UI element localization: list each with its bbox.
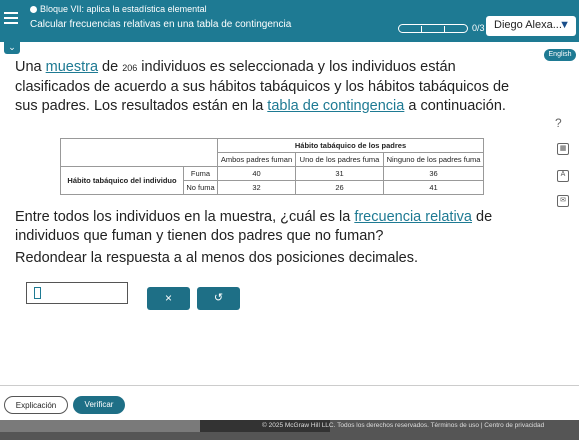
score-text: 0/3 [472, 23, 485, 33]
table-cell: 41 [383, 180, 484, 195]
table-cell: 32 [217, 180, 296, 195]
chevron-down-icon: ▼ [559, 19, 570, 31]
divider [0, 385, 579, 386]
row-label: No fuma [183, 180, 218, 195]
table-cell: 31 [295, 166, 384, 181]
check-button[interactable]: Verificar [73, 396, 125, 414]
footer-bar: © 2025 McGraw Hill LLC. Todos los derech… [0, 420, 579, 440]
row-group-header: Hábito tabáquico del individuo [60, 166, 184, 195]
status-dot-icon [30, 6, 37, 13]
help-icon[interactable]: ? [555, 116, 562, 130]
frecuencia-link[interactable]: frecuencia relativa [354, 209, 472, 225]
rounding-instruction: Redondear la respuesta a al menos dos po… [15, 250, 419, 266]
text-icon[interactable]: A [557, 170, 569, 182]
sample-size: 206 [122, 63, 138, 73]
calculator-icon[interactable]: ▦ [557, 143, 569, 155]
col-header: Uno de los padres fuma [295, 152, 384, 167]
progress-bar [398, 24, 468, 33]
col-header: Ambos padres fuman [217, 152, 296, 167]
answer-input[interactable] [26, 282, 128, 304]
cursor-box [34, 287, 41, 299]
user-name: Diego Alexa... [494, 19, 562, 31]
col-group-header: Hábito tabáquico de los padres [217, 138, 484, 153]
clear-button[interactable]: × [147, 287, 190, 310]
top-bar: Bloque VII: aplica la estadística elemen… [0, 0, 579, 42]
menu-icon[interactable] [4, 12, 18, 24]
explanation-button[interactable]: Explicación [4, 396, 68, 414]
language-button[interactable]: English [544, 49, 576, 61]
footer-text: © 2025 McGraw Hill LLC. Todos los derech… [262, 422, 545, 429]
user-menu-button[interactable]: Diego Alexa... ▼ [486, 16, 576, 36]
col-header: Ninguno de los padres fuma [383, 152, 484, 167]
tabla-link[interactable]: tabla de contingencia [267, 98, 404, 114]
topic-title: Calcular frecuencias relativas en una ta… [30, 19, 292, 30]
row-label: Fuma [183, 166, 218, 181]
table-cell: 36 [383, 166, 484, 181]
prompt-text: Entre todos los individuos en la muestra… [15, 209, 493, 244]
undo-button[interactable]: ↺ [197, 287, 240, 310]
section-title: Bloque VII: aplica la estadística elemen… [40, 4, 207, 14]
mail-icon[interactable]: ✉ [557, 195, 569, 207]
contingency-table: Hábito tabáquico de los padres Ambos pad… [60, 138, 484, 195]
question-text: Una muestra de 206 individuos es selecci… [15, 59, 510, 114]
collapse-header-button[interactable]: ⌄ [4, 42, 20, 54]
table-cell: 26 [295, 180, 384, 195]
muestra-link[interactable]: muestra [46, 59, 98, 75]
table-cell: 40 [217, 166, 296, 181]
